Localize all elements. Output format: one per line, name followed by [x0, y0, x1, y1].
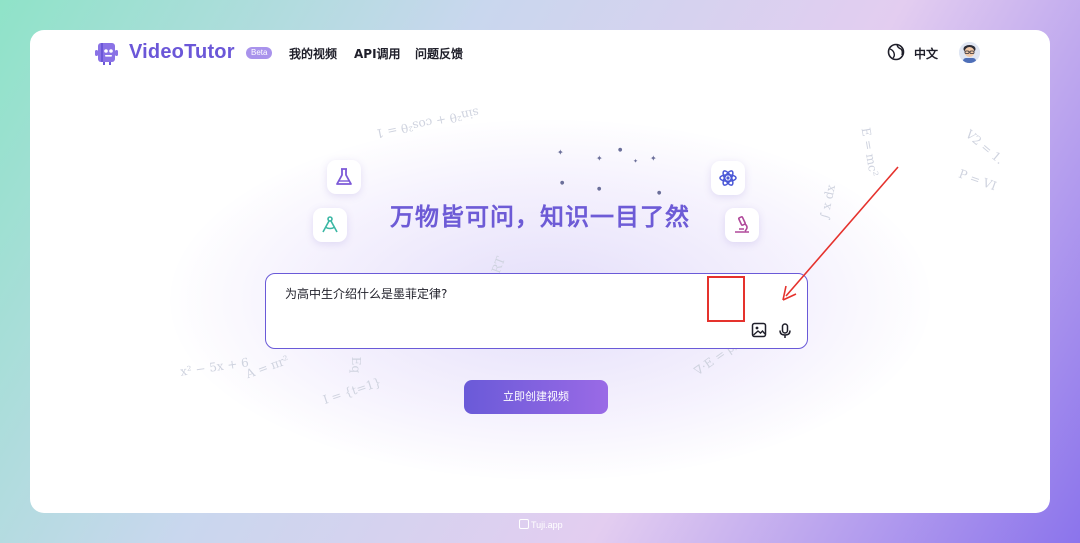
watermark: Tuji.app — [519, 519, 563, 530]
watermark-text: Tuji.app — [531, 520, 563, 530]
watermark-logo-icon — [519, 519, 529, 529]
annotation-arrow-icon — [782, 166, 899, 301]
